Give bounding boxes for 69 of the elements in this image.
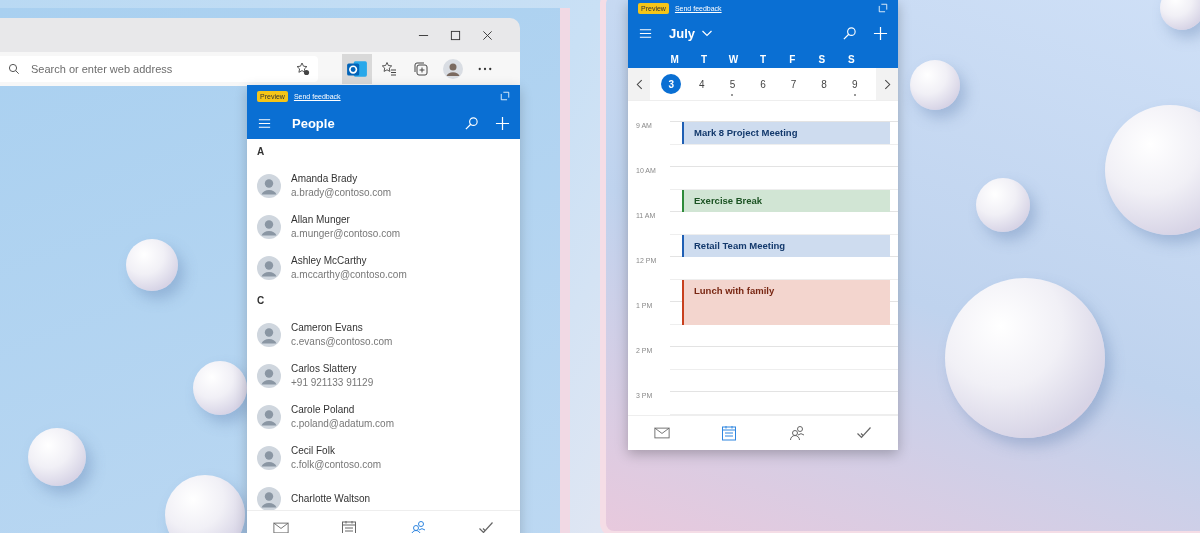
calendar-event[interactable]: Mark 8 Project Meeting [682, 122, 890, 144]
checkmark-icon[interactable] [477, 520, 494, 533]
avatar-icon [257, 486, 281, 510]
avatar-icon [257, 363, 281, 388]
day-number[interactable]: 9 [844, 74, 865, 94]
search-icon[interactable] [464, 115, 479, 131]
pop-out-icon[interactable] [878, 3, 888, 13]
calendar-icon[interactable] [721, 425, 738, 441]
contact-name[interactable]: Amanda Brady [291, 173, 392, 184]
day-number[interactable]: 8 [814, 74, 835, 94]
contact-name[interactable]: Ashley McCarthy [291, 255, 407, 266]
contact-name[interactable]: Carlos Slattery [291, 363, 374, 374]
weekday-label: T [700, 53, 709, 65]
avatar-icon [257, 255, 281, 280]
avatar-icon [257, 404, 281, 429]
maximize-icon[interactable] [450, 29, 461, 41]
contact-detail: a.munger@contoso.com [291, 228, 401, 239]
section-letter: A [257, 145, 266, 159]
calendar-event[interactable]: Lunch with family [682, 280, 890, 325]
day-number[interactable]: 5 [722, 74, 743, 94]
mail-icon[interactable] [653, 425, 670, 441]
contact-detail: c.poland@adatum.com [291, 418, 394, 429]
day-number[interactable]: 6 [752, 74, 773, 94]
weekday-label: M [669, 53, 680, 65]
add-icon[interactable] [873, 25, 888, 41]
search-icon [8, 63, 20, 75]
mail-app-icon [346, 58, 368, 80]
search-icon[interactable] [842, 25, 857, 41]
chevron-left-icon [635, 78, 643, 90]
address-input[interactable]: Search or enter web address [29, 62, 287, 76]
day-number[interactable]: 7 [783, 74, 804, 94]
mail-icon[interactable] [273, 520, 290, 533]
section-letter: C [257, 294, 266, 308]
contact-name[interactable]: Carole Poland [291, 404, 394, 415]
weekday-label: F [788, 53, 797, 65]
close-icon[interactable] [482, 29, 493, 41]
avatar-icon [257, 445, 281, 470]
calendar-event[interactable]: Exercise Break [682, 190, 890, 212]
weekday-label: W [727, 53, 740, 65]
checkmark-icon[interactable] [856, 425, 873, 441]
weekday-label: T [758, 53, 767, 65]
address-field[interactable]: Search or enter web address [0, 56, 318, 82]
add-favorite-icon[interactable] [296, 62, 310, 76]
contact-name[interactable]: Allan Munger [291, 214, 401, 225]
month-title[interactable]: July [669, 25, 695, 41]
contact-name[interactable]: Cameron Evans [291, 322, 393, 333]
calendar-icon[interactable] [341, 520, 358, 533]
contact-detail: +91 921133 91129 [291, 377, 374, 388]
people-icon[interactable] [409, 520, 426, 533]
mail-app-button[interactable] [342, 54, 372, 84]
chevron-right-icon [883, 78, 891, 90]
pop-out-icon[interactable] [500, 91, 510, 101]
avatar-icon [257, 173, 281, 198]
add-icon[interactable] [495, 115, 510, 131]
weekday-label: S [846, 53, 856, 65]
contact-name[interactable]: Cecil Folk [291, 445, 382, 456]
contact-detail: c.evans@contoso.com [291, 336, 393, 347]
day-number[interactable]: 4 [691, 74, 712, 94]
calendar-event[interactable]: Retail Team Meeting [682, 235, 890, 257]
weekday-label: S [817, 53, 827, 65]
day-number[interactable]: 3 [661, 74, 682, 94]
people-icon[interactable] [788, 425, 805, 441]
contact-detail: c.folk@contoso.com [291, 459, 382, 470]
pane-title: People [292, 115, 335, 131]
avatar-icon [257, 322, 281, 347]
avatar-icon [257, 214, 281, 239]
contact-name[interactable]: Charlotte Waltson [291, 493, 371, 504]
contact-detail: a.brady@contoso.com [291, 187, 392, 198]
contact-detail: a.mccarthy@contoso.com [291, 269, 407, 280]
